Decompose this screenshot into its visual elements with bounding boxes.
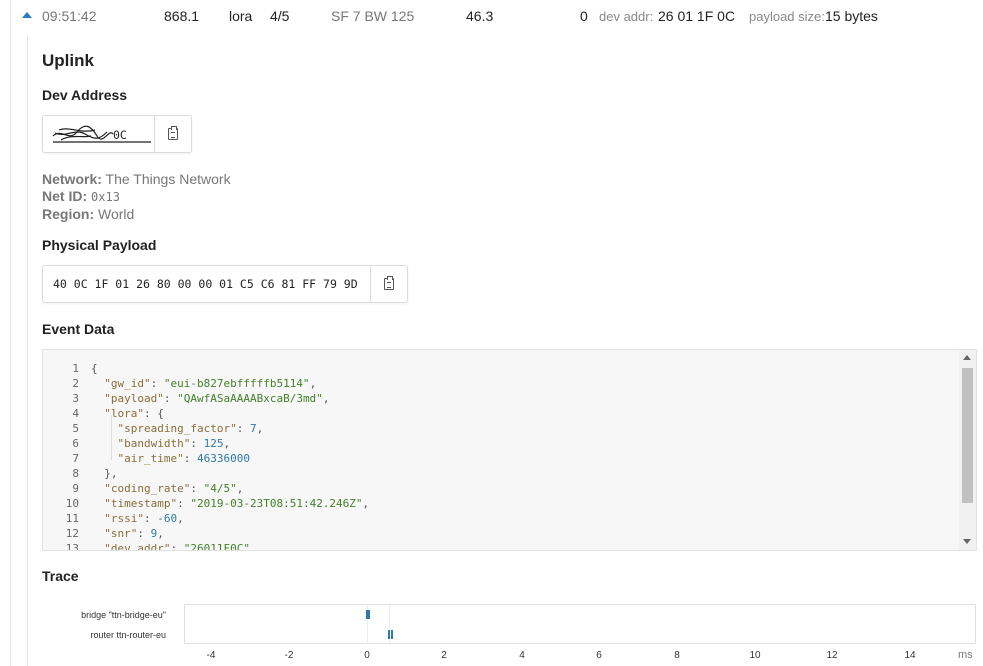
dev-address-value-wrap[interactable]: 0C [43,116,154,152]
net-id-label: Net ID: [42,188,88,204]
line-number: 6 [72,437,79,450]
physical-payload-label: Physical Payload [42,237,157,253]
line-number: 2 [72,377,79,390]
trace-tick: 4 [519,650,525,661]
header-data-rate: SF 7 BW 125 [331,8,415,24]
event-data-label: Event Data [42,321,115,337]
code-line: "bandwidth": 125, [117,437,231,450]
trace-title: Trace [42,568,79,584]
trace-tick: -4 [206,650,216,661]
trace-tick: 0 [364,650,370,661]
network-label: Network: [42,171,102,187]
line-number: 11 [65,512,79,525]
trace-tick: 8 [674,650,680,661]
network-row: Network: The Things Network [42,171,231,187]
scrollbar-thumb[interactable] [962,368,973,503]
copy-dev-address-button[interactable] [154,116,191,152]
caret-up-icon[interactable] [22,12,32,18]
trace-tick: 10 [749,650,761,661]
clipboard-icon [168,126,179,140]
message-header-row[interactable]: 09:51:42 868.1 lora 4/5 SF 7 BW 125 46.3… [0,0,983,32]
header-counter: 0 [580,8,588,24]
header-modulation: lora [229,8,253,24]
code-line: "gw_id": "eui-b827ebfffffb5114", [104,377,317,390]
trace-tick: 2 [441,650,447,661]
line-number: 8 [72,467,79,480]
editor-scrollbar[interactable] [959,350,976,550]
trace-tick: -2 [284,650,294,661]
region-value: World [98,206,135,222]
trace-chart [184,604,976,644]
code-line: "dev_addr": "26011F0C", [104,542,257,551]
net-id-row: Net ID: 0x13 [42,188,120,204]
code-line: { [91,362,98,375]
scroll-up-arrow-icon[interactable] [963,355,971,360]
inner-border [27,36,28,666]
header-dev-addr-label: dev addr: [599,9,654,24]
code-line: "lora": { [104,407,164,420]
trace-tick: 12 [826,650,838,661]
trace-router-event [388,630,390,639]
event-data-editor[interactable]: 1 2 3 4 5 6 7 8 9 10 11 12 13 { "gw_id":… [42,349,977,551]
line-number: 13 [65,542,79,551]
line-number: 5 [72,422,79,435]
net-id-value: 0x13 [91,190,120,204]
redaction-scribble [52,125,151,143]
trace-row-label-bridge: bridge "ttn-bridge-eu" [81,610,166,620]
line-number: 4 [72,407,79,420]
header-payload-size-label: payload size: [749,9,825,24]
header-frequency: 868.1 [164,8,200,24]
dev-address-field[interactable]: 0C [42,115,192,153]
line-number: 12 [65,527,79,540]
network-value: The Things Network [105,171,231,187]
header-payload-size: 15 bytes [825,8,878,24]
physical-payload-value[interactable]: 40 0C 1F 01 26 80 00 00 01 C5 C6 81 FF 7… [43,266,370,302]
line-number: 10 [65,497,79,510]
outer-border [10,0,11,666]
code-line: "timestamp": "2019-03-23T08:51:42.246Z", [104,497,370,510]
copy-payload-button[interactable] [370,266,407,302]
header-time: 09:51:42 [42,8,97,24]
line-number: 3 [72,392,79,405]
uplink-title: Uplink [42,51,94,70]
physical-payload-field[interactable]: 40 0C 1F 01 26 80 00 00 01 C5 C6 81 FF 7… [42,265,408,303]
code-line: "payload": "QAwfASaAAAABxcaB/3md", [104,392,330,405]
clipboard-icon [384,276,395,290]
code-line: "snr": 9, [104,527,164,540]
header-dev-addr: 26 01 1F 0C [658,8,736,24]
code-line: "rssi": -60, [104,512,184,525]
line-number: 7 [72,452,79,465]
code-line: }, [104,467,118,480]
header-coding-rate: 4/5 [270,8,290,24]
code-line: "air_time": 46336000 [117,452,250,465]
code-line: "spreading_factor": 7, [117,422,264,435]
trace-bridge-event [368,610,370,619]
dev-address-visible-suffix: 0C [113,128,127,142]
region-row: Region: World [42,206,134,222]
line-number: 9 [72,482,79,495]
code-area[interactable]: { "gw_id": "eui-b827ebfffffb5114", "payl… [87,350,959,550]
trace-tick: 14 [904,650,916,661]
region-label: Region: [42,206,95,222]
trace-unit: ms [958,649,973,661]
header-airtime: 46.3 [466,8,494,24]
code-line: "coding_rate": "4/5", [104,482,244,495]
dev-address-label: Dev Address [42,87,128,103]
trace-router-event [391,630,393,639]
trace-tick: 6 [596,650,602,661]
scroll-down-arrow-icon[interactable] [963,539,971,544]
trace-row-label-router: router ttn-router-eu [90,630,166,640]
line-number-gutter: 1 2 3 4 5 6 7 8 9 10 11 12 13 [43,350,87,550]
line-number: 1 [72,362,79,375]
